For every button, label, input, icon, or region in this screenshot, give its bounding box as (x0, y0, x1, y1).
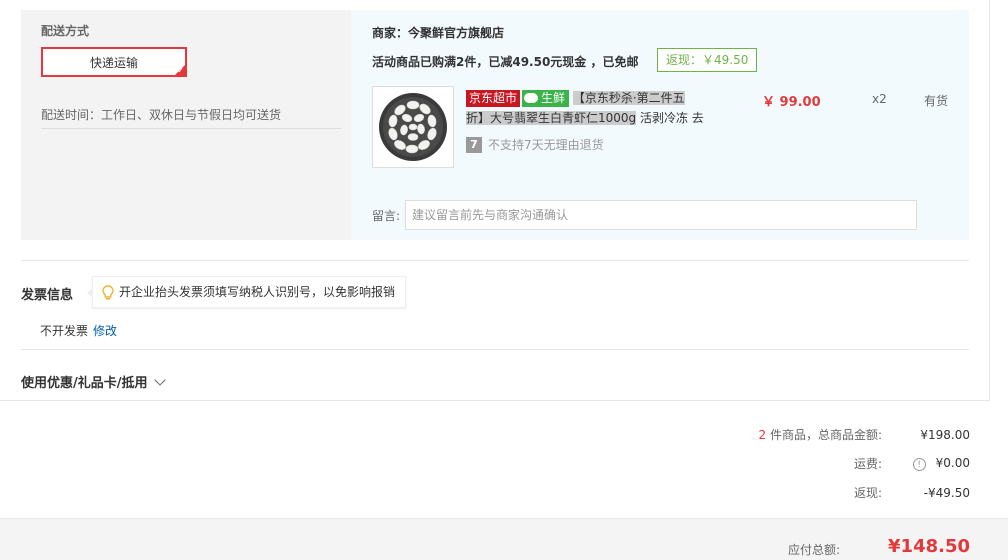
cashback-value: -¥49.50 (923, 485, 970, 500)
invoice-value: 不开发票 (40, 324, 89, 338)
stock-status: 有货 (924, 94, 949, 108)
merchant-section: 商家：今聚鲜官方旗舰店 活动商品已购满2件，已减49.50元现金 ，已免邮 返现… (351, 10, 969, 240)
merchant-name: 商家：今聚鲜官方旗舰店 (372, 26, 505, 40)
product-price: ￥ 99.00 (762, 95, 821, 110)
coupon-toggle[interactable]: 使用优惠/礼品卡/抵用 (21, 372, 166, 391)
product-name[interactable]: 京东超市 生鲜 【京东秒杀·第二件五 折】大号翡翠生白青虾仁1000g 活剥冷冻 … (466, 88, 716, 128)
total-bar: 应付总额: ¥148.50 (0, 518, 1008, 560)
cashback-row: 返现: -¥49.50 (854, 484, 970, 501)
shipping-title: 配送方式 (41, 24, 90, 38)
invoice-title: 发票信息 (21, 288, 74, 303)
invoice-tip: 开企业抬头发票须填写纳税人识别号，以免影响报销 (87, 276, 407, 308)
remark-label: 留言: (372, 209, 401, 223)
lightbulb-icon (102, 285, 114, 300)
shipping-method-button[interactable]: 快递运输 ✓ (41, 47, 187, 77)
payable-label: 应付总额: (787, 543, 840, 557)
shipping-fee-value: ! ¥0.00 (882, 456, 970, 472)
goods-total-row: 2 件商品，总商品金额: ¥198.00 (759, 426, 971, 443)
invoice-edit-link[interactable]: 修改 (93, 322, 117, 339)
divider (21, 349, 969, 350)
cashback-label: 返现: (853, 486, 882, 500)
info-icon[interactable]: ! (912, 458, 926, 472)
product-name-line1: 【京东秒杀·第二件五 (572, 91, 685, 105)
fish-icon (524, 93, 539, 103)
cashback-badge: 返现：￥49.50 (657, 48, 758, 72)
checkout-page: 配送方式 快递运输 ✓ 配送时间：工作日、双休日与节假日均可送货 商家：今聚鲜官… (0, 0, 1008, 560)
product-quantity: x2 (872, 92, 887, 106)
tip-arrow (87, 288, 93, 298)
goods-total-value: ¥198.00 (920, 427, 970, 442)
shipping-time: 配送时间：工作日、双休日与节假日均可送货 (41, 108, 282, 122)
product-name-tail: 活剥冷冻 去 (636, 111, 704, 125)
product-name-line2: 折】大号翡翠生白青虾仁1000g (466, 111, 637, 125)
fresh-tag-label: 生鲜 (541, 91, 566, 105)
divider (21, 260, 969, 261)
product-thumbnail[interactable] (372, 86, 454, 168)
no-return-notice: 7 不支持7天无理由退货 (466, 136, 604, 153)
remark-input[interactable] (405, 200, 917, 230)
jd-supermarket-tag: 京东超市 (466, 90, 521, 107)
fresh-tag: 生鲜 (522, 90, 570, 107)
coupon-label: 使用优惠/礼品卡/抵用 (21, 376, 148, 391)
goods-count-label: 件商品，总商品金额: (766, 428, 882, 442)
payable-value: ¥148.50 (888, 536, 970, 557)
order-block: 配送方式 快递运输 ✓ 配送时间：工作日、双休日与节假日均可送货 商家：今聚鲜官… (21, 10, 969, 240)
shipping-fee-row: 运费: ! ¥0.00 (854, 455, 970, 472)
shipping-fee-amount: ¥0.00 (935, 455, 970, 470)
divider (41, 128, 341, 129)
shipping-section: 配送方式 快递运输 ✓ 配送时间：工作日、双休日与节假日均可送货 (21, 10, 351, 240)
shipping-fee-label: 运费: (853, 457, 882, 471)
invoice-tip-text: 开企业抬头发票须填写纳税人识别号，以免影响报销 (119, 285, 396, 299)
goods-total-label: 2 件商品，总商品金额: (759, 426, 883, 443)
no-return-text: 不支持7天无理由退货 (488, 138, 604, 152)
check-icon: ✓ (177, 66, 184, 75)
promo-text: 活动商品已购满2件，已减49.50元现金 ，已免邮 (372, 55, 639, 69)
chevron-down-icon (153, 373, 166, 386)
item-count: 2 (758, 428, 767, 442)
seven-day-icon: 7 (466, 136, 482, 153)
shrimp-image-icon (379, 93, 447, 161)
shipping-method-label: 快递运输 (89, 55, 138, 70)
